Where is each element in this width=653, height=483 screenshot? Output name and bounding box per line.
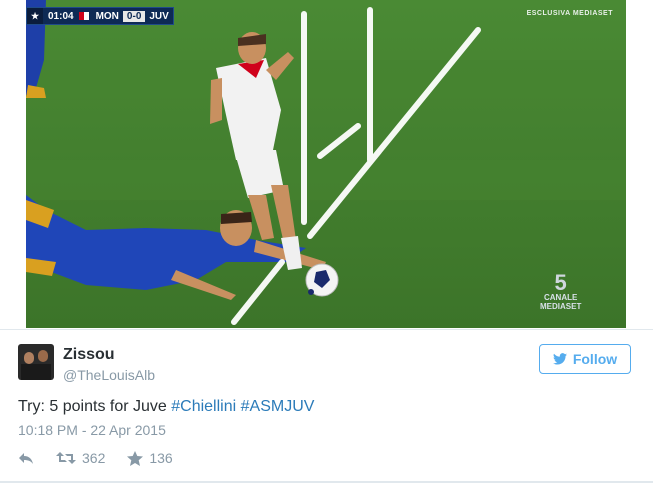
match-clock: 01:04 (43, 10, 79, 22)
reply-button[interactable] (18, 451, 34, 465)
tweet-actions: 362 136 (18, 450, 195, 466)
scoreboard-overlay: ★ 01:04 MON 0-0 JUV (26, 7, 174, 25)
broadcaster-watermark: ESCLUSIVA MEDIASET (526, 10, 613, 17)
home-team: MON (95, 10, 119, 22)
reply-icon (19, 453, 33, 464)
display-name[interactable]: Zissou (63, 346, 115, 364)
channel-logo: 5 CANALE MEDIASET (540, 270, 582, 312)
monaco-flag-icon (78, 12, 89, 20)
favorite-count: 136 (149, 450, 173, 466)
hashtag-link[interactable]: #ASMJUV (241, 398, 315, 415)
football (305, 263, 339, 297)
tweet-text-body: Try: 5 points for Juve (18, 398, 172, 415)
match-score: 0-0 (122, 10, 146, 22)
football-photo (26, 0, 626, 328)
tweet-card: Zissou @TheLouisAlb Follow Try: 5 points… (0, 330, 653, 483)
star-icon (127, 450, 144, 466)
channel-number: 5 (554, 270, 567, 295)
hashtag-link[interactable]: #Chiellini (171, 398, 236, 415)
favorite-button[interactable]: 136 (127, 450, 173, 466)
tweet-text: Try: 5 points for Juve #Chiellini #ASMJU… (18, 398, 314, 416)
away-team: JUV (149, 10, 169, 22)
retweet-button[interactable]: 362 (56, 450, 105, 466)
retweet-icon (56, 452, 76, 464)
twitter-bird-icon (552, 353, 567, 365)
retweet-count: 362 (82, 450, 106, 466)
follow-label: Follow (572, 351, 618, 367)
user-handle[interactable]: @TheLouisAlb (63, 367, 155, 383)
follow-button[interactable]: Follow (539, 344, 631, 374)
tweet-media-image[interactable] (26, 0, 626, 328)
tweet-timestamp[interactable]: 10:18 PM - 22 Apr 2015 (18, 422, 166, 438)
champions-league-icon: ★ (27, 8, 43, 24)
channel-brand: MEDIASET (540, 302, 582, 311)
avatar[interactable] (18, 344, 54, 380)
channel-text: CANALE (544, 293, 578, 302)
